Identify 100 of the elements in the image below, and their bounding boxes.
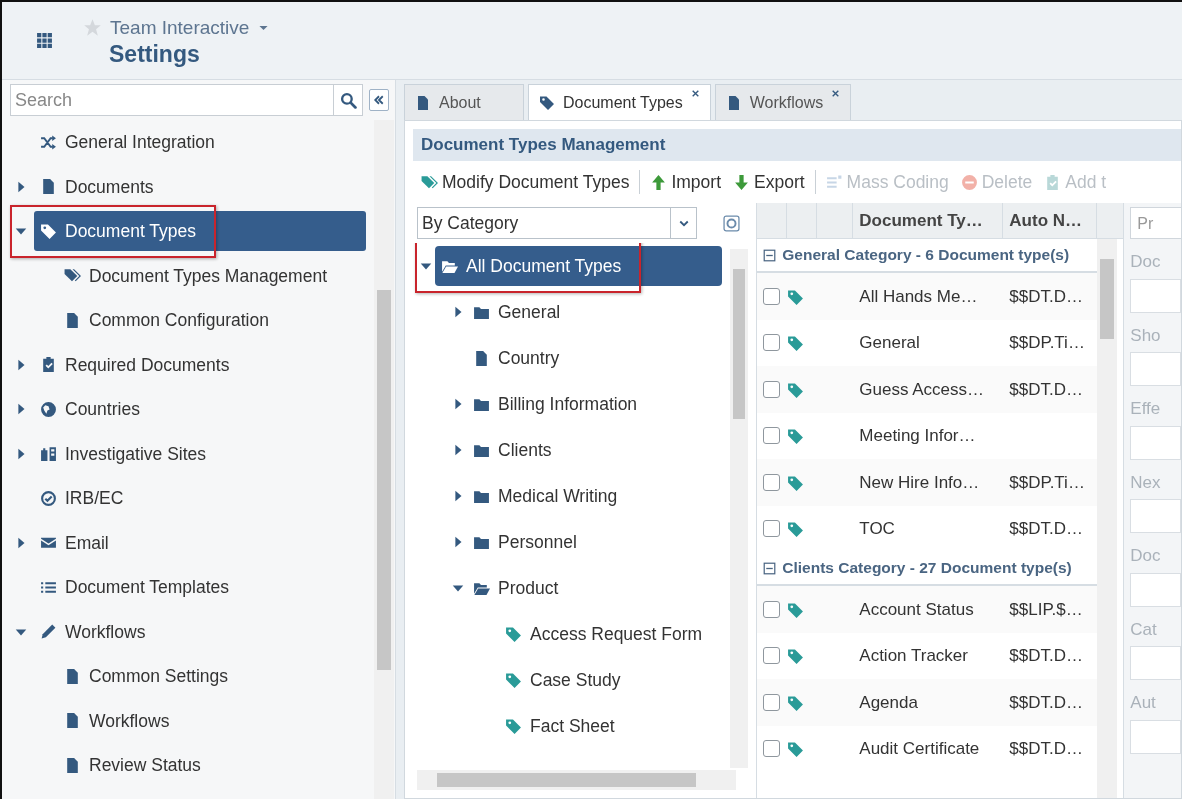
tree-item[interactable]: Access Request Form	[499, 614, 723, 654]
scrollbar-thumb[interactable]	[437, 773, 697, 787]
table-cell-text: Guess Access…	[858, 378, 986, 401]
tag-icon	[787, 288, 805, 306]
checkbox[interactable]	[763, 693, 781, 711]
tree-item[interactable]: Clients	[467, 430, 723, 470]
checkbox[interactable]	[763, 473, 781, 491]
checkbox[interactable]	[763, 647, 781, 665]
document-icon	[64, 311, 81, 329]
scrollbar-thumb[interactable]	[377, 290, 391, 670]
input-field[interactable]	[1130, 352, 1181, 386]
search-button[interactable]	[333, 84, 364, 116]
tag-icon	[787, 521, 805, 538]
input-field[interactable]	[1130, 499, 1181, 533]
sidebar-item[interactable]: Document Types	[34, 211, 366, 252]
scrollbar[interactable]	[730, 249, 749, 768]
tab[interactable]: Document Types	[528, 84, 711, 120]
app-title-dropdown[interactable]: Team Interactive	[110, 13, 250, 43]
collapse-sidebar-button[interactable]	[369, 89, 389, 111]
collapse-icon[interactable]	[763, 561, 777, 575]
field-label: Sho	[1130, 324, 1162, 347]
toolbar-button[interactable]: Import	[648, 168, 723, 196]
tab[interactable]: Workflows	[714, 84, 852, 120]
tree-item[interactable]: Fact Sheet	[499, 706, 723, 746]
tag-icon	[505, 671, 522, 689]
input-field[interactable]	[1130, 572, 1181, 607]
category-dropdown[interactable]: By Category	[417, 207, 697, 239]
toolbar-button[interactable]: Export	[731, 168, 807, 196]
sidebar-item[interactable]: General Integration	[34, 122, 366, 163]
tree-item[interactable]: General	[467, 292, 723, 332]
table-cell-text: Account Status	[858, 598, 975, 621]
group-header: General Category - 6 Document type(s)	[782, 245, 1070, 266]
checkbox[interactable]	[763, 334, 781, 352]
checkbox[interactable]	[763, 287, 781, 305]
tree-item[interactable]: Case Study	[499, 660, 723, 700]
tree-item[interactable]: Product	[467, 568, 723, 608]
document-icon	[64, 667, 81, 685]
globe-icon	[40, 400, 57, 418]
close-icon[interactable]	[831, 89, 841, 98]
checkbox[interactable]	[763, 427, 781, 445]
scrollbar-thumb[interactable]	[1100, 259, 1115, 339]
sidebar-item[interactable]: Required Documents	[34, 344, 366, 385]
sidebar-item[interactable]: Email	[34, 522, 366, 563]
scrollbar[interactable]	[417, 770, 737, 790]
tab[interactable]: About	[404, 84, 524, 120]
input-field[interactable]	[1130, 719, 1181, 754]
sidebar-item[interactable]: Investigative Sites	[34, 433, 366, 474]
column-header[interactable]: Document Ty…	[853, 203, 1004, 238]
bars-icon	[825, 173, 843, 191]
tree-item[interactable]: All Document Types	[435, 246, 723, 286]
sidebar-item[interactable]: Documents	[34, 166, 366, 207]
tag-icon	[787, 335, 805, 352]
input-field[interactable]	[1130, 425, 1181, 460]
app-grid-icon[interactable]	[36, 32, 53, 49]
field-label: Doc	[1130, 251, 1162, 273]
tree-item[interactable]: Billing Information	[467, 384, 723, 424]
sidebar-item[interactable]: Review Status	[58, 745, 366, 786]
tree-item[interactable]: Medical Writing	[467, 476, 723, 516]
checkbox[interactable]	[763, 520, 781, 538]
search-icon	[339, 91, 357, 109]
input-field[interactable]	[1130, 278, 1181, 313]
search-field[interactable]: Search	[10, 84, 334, 116]
table-cell-text: $$DT.D…	[1008, 645, 1084, 667]
table-cell-text: $$DT.D…	[1008, 518, 1084, 540]
tag-icon	[787, 381, 805, 399]
input-field[interactable]	[1130, 646, 1181, 680]
checkbox[interactable]	[763, 600, 781, 618]
sidebar-item[interactable]: Countries	[34, 389, 366, 430]
checkbox[interactable]	[763, 740, 781, 758]
document-icon	[40, 178, 57, 196]
sidebar-item[interactable]: Workflows	[58, 700, 366, 741]
tree-item[interactable]: Country	[467, 338, 723, 378]
sidebar-item[interactable]: Common Configuration	[58, 300, 366, 341]
document-icon	[64, 756, 81, 774]
column-header[interactable]: Auto N…	[1003, 203, 1098, 238]
double-chevron-icon	[373, 94, 386, 106]
checkbox[interactable]	[763, 380, 781, 398]
panel-title: Document Types Management	[413, 129, 1181, 161]
page-title: Settings	[109, 42, 201, 68]
table-cell-text: $$DT.D…	[1008, 285, 1084, 308]
table-cell-text: $$DT.D…	[1008, 378, 1084, 401]
scrollbar[interactable]	[1097, 239, 1118, 798]
arrow-down-icon	[733, 173, 750, 191]
scrollbar[interactable]	[374, 120, 394, 799]
sidebar-item[interactable]: IRB/EC	[34, 478, 366, 519]
tag-icon	[787, 428, 805, 445]
arrow-up-icon	[650, 173, 668, 191]
sidebar-item[interactable]: Common Settings	[58, 656, 366, 697]
table-cell-text: $$LIP.$…	[1008, 598, 1084, 621]
tree-item[interactable]: Personnel	[467, 522, 723, 562]
scrollbar-thumb[interactable]	[733, 269, 746, 419]
sidebar-item[interactable]: Workflows	[34, 611, 366, 652]
table-cell-text: $$DT.D…	[1008, 691, 1084, 714]
collapse-icon[interactable]	[763, 248, 777, 262]
sidebar-item[interactable]: Document Types Management	[58, 255, 366, 296]
toolbar-button[interactable]: Modify Document Types	[419, 168, 632, 196]
sidebar-item[interactable]: Document Templates	[34, 567, 366, 608]
close-icon[interactable]	[690, 89, 700, 98]
pencil-icon	[40, 623, 57, 641]
tag-icon	[787, 694, 805, 712]
